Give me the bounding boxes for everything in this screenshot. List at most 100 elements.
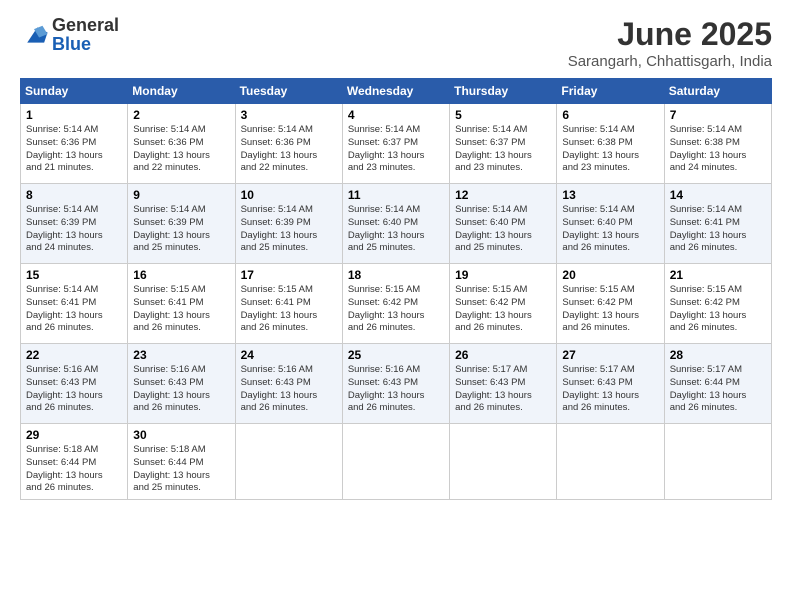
day-info: Sunrise: 5:17 AMSunset: 6:43 PMDaylight:… bbox=[455, 364, 551, 415]
day-info: Sunrise: 5:15 AMSunset: 6:42 PMDaylight:… bbox=[348, 284, 444, 335]
day-info: Sunrise: 5:16 AMSunset: 6:43 PMDaylight:… bbox=[348, 364, 444, 415]
logo-icon bbox=[20, 24, 48, 46]
day-info: Sunrise: 5:14 AMSunset: 6:40 PMDaylight:… bbox=[562, 204, 658, 255]
day-info: Sunrise: 5:18 AMSunset: 6:44 PMDaylight:… bbox=[26, 444, 122, 495]
col-tuesday: Tuesday bbox=[235, 79, 342, 104]
day-info: Sunrise: 5:14 AMSunset: 6:39 PMDaylight:… bbox=[133, 204, 229, 255]
day-info: Sunrise: 5:14 AMSunset: 6:37 PMDaylight:… bbox=[455, 124, 551, 175]
day-info: Sunrise: 5:14 AMSunset: 6:39 PMDaylight:… bbox=[26, 204, 122, 255]
empty-cell bbox=[664, 424, 771, 500]
empty-cell bbox=[235, 424, 342, 500]
table-cell: 5 Sunrise: 5:14 AMSunset: 6:37 PMDayligh… bbox=[450, 104, 557, 184]
title-area: June 2025 Sarangarh, Chhattisgarh, India bbox=[568, 16, 772, 70]
day-number: 17 bbox=[241, 268, 337, 282]
day-info: Sunrise: 5:14 AMSunset: 6:39 PMDaylight:… bbox=[241, 204, 337, 255]
day-info: Sunrise: 5:15 AMSunset: 6:41 PMDaylight:… bbox=[241, 284, 337, 335]
table-cell: 11 Sunrise: 5:14 AMSunset: 6:40 PMDaylig… bbox=[342, 184, 449, 264]
day-number: 8 bbox=[26, 188, 122, 202]
day-number: 6 bbox=[562, 108, 658, 122]
calendar-title: June 2025 bbox=[568, 16, 772, 53]
table-row: 8 Sunrise: 5:14 AMSunset: 6:39 PMDayligh… bbox=[21, 184, 772, 264]
day-number: 20 bbox=[562, 268, 658, 282]
header: General Blue June 2025 Sarangarh, Chhatt… bbox=[20, 16, 772, 70]
day-number: 5 bbox=[455, 108, 551, 122]
table-cell: 26 Sunrise: 5:17 AMSunset: 6:43 PMDaylig… bbox=[450, 344, 557, 424]
logo-general: General bbox=[52, 15, 119, 35]
table-row: 15 Sunrise: 5:14 AMSunset: 6:41 PMDaylig… bbox=[21, 264, 772, 344]
table-cell: 17 Sunrise: 5:15 AMSunset: 6:41 PMDaylig… bbox=[235, 264, 342, 344]
day-number: 29 bbox=[26, 428, 122, 442]
day-number: 12 bbox=[455, 188, 551, 202]
day-info: Sunrise: 5:14 AMSunset: 6:40 PMDaylight:… bbox=[455, 204, 551, 255]
col-thursday: Thursday bbox=[450, 79, 557, 104]
table-cell: 7 Sunrise: 5:14 AMSunset: 6:38 PMDayligh… bbox=[664, 104, 771, 184]
table-cell: 3 Sunrise: 5:14 AMSunset: 6:36 PMDayligh… bbox=[235, 104, 342, 184]
table-cell: 25 Sunrise: 5:16 AMSunset: 6:43 PMDaylig… bbox=[342, 344, 449, 424]
table-cell: 27 Sunrise: 5:17 AMSunset: 6:43 PMDaylig… bbox=[557, 344, 664, 424]
day-info: Sunrise: 5:17 AMSunset: 6:43 PMDaylight:… bbox=[562, 364, 658, 415]
day-number: 23 bbox=[133, 348, 229, 362]
calendar-page: General Blue June 2025 Sarangarh, Chhatt… bbox=[0, 0, 792, 612]
table-row: 29 Sunrise: 5:18 AMSunset: 6:44 PMDaylig… bbox=[21, 424, 772, 500]
table-cell: 29 Sunrise: 5:18 AMSunset: 6:44 PMDaylig… bbox=[21, 424, 128, 500]
table-cell: 13 Sunrise: 5:14 AMSunset: 6:40 PMDaylig… bbox=[557, 184, 664, 264]
empty-cell bbox=[557, 424, 664, 500]
day-number: 14 bbox=[670, 188, 766, 202]
day-number: 1 bbox=[26, 108, 122, 122]
table-cell: 12 Sunrise: 5:14 AMSunset: 6:40 PMDaylig… bbox=[450, 184, 557, 264]
day-info: Sunrise: 5:14 AMSunset: 6:41 PMDaylight:… bbox=[670, 204, 766, 255]
col-wednesday: Wednesday bbox=[342, 79, 449, 104]
col-saturday: Saturday bbox=[664, 79, 771, 104]
table-cell: 22 Sunrise: 5:16 AMSunset: 6:43 PMDaylig… bbox=[21, 344, 128, 424]
col-monday: Monday bbox=[128, 79, 235, 104]
day-number: 21 bbox=[670, 268, 766, 282]
table-cell: 30 Sunrise: 5:18 AMSunset: 6:44 PMDaylig… bbox=[128, 424, 235, 500]
day-number: 30 bbox=[133, 428, 229, 442]
day-info: Sunrise: 5:17 AMSunset: 6:44 PMDaylight:… bbox=[670, 364, 766, 415]
table-row: 22 Sunrise: 5:16 AMSunset: 6:43 PMDaylig… bbox=[21, 344, 772, 424]
day-number: 11 bbox=[348, 188, 444, 202]
day-info: Sunrise: 5:16 AMSunset: 6:43 PMDaylight:… bbox=[26, 364, 122, 415]
table-cell: 23 Sunrise: 5:16 AMSunset: 6:43 PMDaylig… bbox=[128, 344, 235, 424]
day-info: Sunrise: 5:15 AMSunset: 6:42 PMDaylight:… bbox=[562, 284, 658, 335]
day-number: 16 bbox=[133, 268, 229, 282]
table-cell: 6 Sunrise: 5:14 AMSunset: 6:38 PMDayligh… bbox=[557, 104, 664, 184]
calendar-table: Sunday Monday Tuesday Wednesday Thursday… bbox=[20, 78, 772, 500]
day-info: Sunrise: 5:14 AMSunset: 6:38 PMDaylight:… bbox=[670, 124, 766, 175]
table-cell: 2 Sunrise: 5:14 AMSunset: 6:36 PMDayligh… bbox=[128, 104, 235, 184]
day-number: 9 bbox=[133, 188, 229, 202]
table-cell: 21 Sunrise: 5:15 AMSunset: 6:42 PMDaylig… bbox=[664, 264, 771, 344]
calendar-header-row: Sunday Monday Tuesday Wednesday Thursday… bbox=[21, 79, 772, 104]
table-cell: 8 Sunrise: 5:14 AMSunset: 6:39 PMDayligh… bbox=[21, 184, 128, 264]
table-cell: 19 Sunrise: 5:15 AMSunset: 6:42 PMDaylig… bbox=[450, 264, 557, 344]
col-sunday: Sunday bbox=[21, 79, 128, 104]
day-number: 25 bbox=[348, 348, 444, 362]
day-number: 10 bbox=[241, 188, 337, 202]
day-number: 24 bbox=[241, 348, 337, 362]
day-number: 7 bbox=[670, 108, 766, 122]
table-cell: 16 Sunrise: 5:15 AMSunset: 6:41 PMDaylig… bbox=[128, 264, 235, 344]
day-number: 22 bbox=[26, 348, 122, 362]
table-cell: 18 Sunrise: 5:15 AMSunset: 6:42 PMDaylig… bbox=[342, 264, 449, 344]
table-cell: 28 Sunrise: 5:17 AMSunset: 6:44 PMDaylig… bbox=[664, 344, 771, 424]
day-number: 27 bbox=[562, 348, 658, 362]
day-info: Sunrise: 5:14 AMSunset: 6:36 PMDaylight:… bbox=[241, 124, 337, 175]
logo: General Blue bbox=[20, 16, 119, 54]
logo-text: General Blue bbox=[52, 16, 119, 54]
day-number: 28 bbox=[670, 348, 766, 362]
day-number: 13 bbox=[562, 188, 658, 202]
col-friday: Friday bbox=[557, 79, 664, 104]
day-info: Sunrise: 5:14 AMSunset: 6:41 PMDaylight:… bbox=[26, 284, 122, 335]
day-info: Sunrise: 5:14 AMSunset: 6:37 PMDaylight:… bbox=[348, 124, 444, 175]
day-info: Sunrise: 5:15 AMSunset: 6:42 PMDaylight:… bbox=[455, 284, 551, 335]
day-info: Sunrise: 5:18 AMSunset: 6:44 PMDaylight:… bbox=[133, 444, 229, 495]
empty-cell: 1 Sunrise: 5:14 AMSunset: 6:36 PMDayligh… bbox=[21, 104, 128, 184]
day-info: Sunrise: 5:14 AMSunset: 6:38 PMDaylight:… bbox=[562, 124, 658, 175]
calendar-subtitle: Sarangarh, Chhattisgarh, India bbox=[568, 53, 772, 70]
day-number: 2 bbox=[133, 108, 229, 122]
day-info: Sunrise: 5:14 AMSunset: 6:36 PMDaylight:… bbox=[133, 124, 229, 175]
table-cell: 15 Sunrise: 5:14 AMSunset: 6:41 PMDaylig… bbox=[21, 264, 128, 344]
day-number: 15 bbox=[26, 268, 122, 282]
table-cell: 24 Sunrise: 5:16 AMSunset: 6:43 PMDaylig… bbox=[235, 344, 342, 424]
day-info: Sunrise: 5:14 AMSunset: 6:36 PMDaylight:… bbox=[26, 124, 122, 175]
